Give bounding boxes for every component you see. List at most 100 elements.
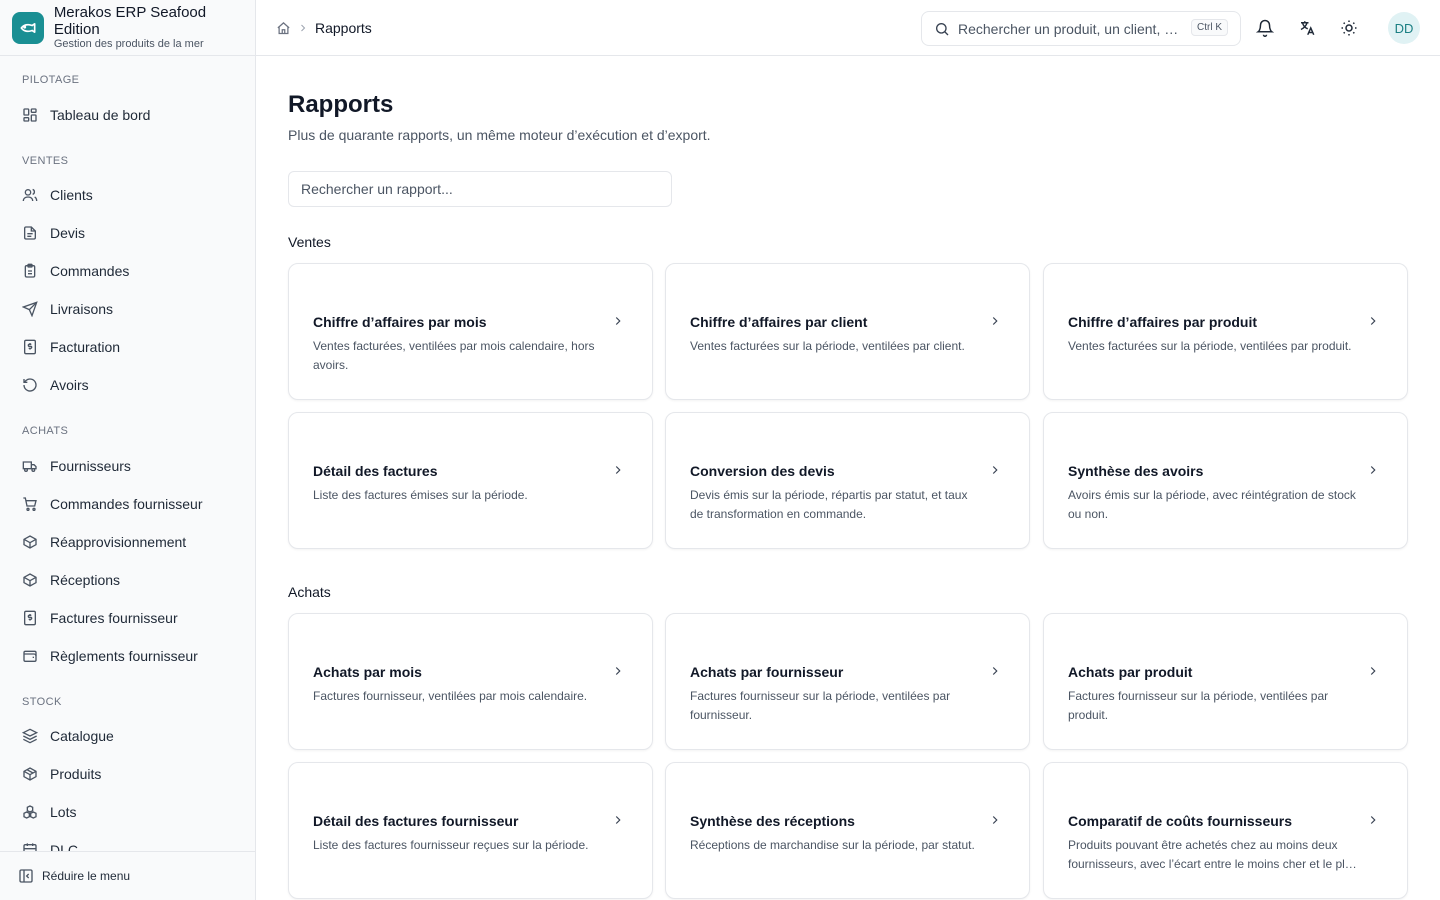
bell-icon[interactable]	[1253, 16, 1277, 40]
sidebar-item-label: Lots	[50, 804, 77, 820]
sidebar-item-label: Facturation	[50, 339, 121, 355]
chevron-right-icon	[1365, 812, 1381, 828]
sidebar-item-commandes[interactable]: Commandes	[0, 255, 255, 287]
sidebar-item-label: Catalogue	[50, 728, 114, 744]
search-icon	[934, 21, 950, 37]
package-check-icon	[22, 572, 38, 588]
collapse-menu-button[interactable]: Réduire le menu	[0, 851, 255, 900]
sidebar-item-produits[interactable]: Produits	[0, 758, 255, 790]
fish-logo-icon	[12, 11, 44, 44]
file-icon	[22, 225, 38, 241]
sidebar-item-label: Factures fournisseur	[50, 610, 178, 626]
sun-icon[interactable]	[1337, 16, 1361, 40]
sidebar: Merakos ERP Seafood Edition Gestion des …	[0, 0, 256, 900]
sidebar-item-label: Tableau de bord	[50, 107, 151, 123]
report-card-description: Avoirs émis sur la période, avec réintég…	[1068, 488, 1356, 521]
report-card-title: Chiffre d’affaires par client	[690, 314, 868, 330]
report-card[interactable]: Achats par mois Factures fournisseur, ve…	[288, 613, 653, 750]
translate-icon[interactable]	[1295, 16, 1319, 40]
page-subtitle: Plus de quarante rapports, un même moteu…	[288, 127, 711, 143]
report-card-description: Ventes facturées, ventilées par mois cal…	[313, 339, 595, 372]
report-card[interactable]: Chiffre d’affaires par mois Ventes factu…	[288, 263, 653, 400]
sidebar-item-avoirs[interactable]: Avoirs	[0, 369, 255, 401]
sidebar-item-commandes-fournisseur[interactable]: Commandes fournisseur	[0, 488, 255, 520]
box-icon	[22, 766, 38, 782]
report-card[interactable]: Comparatif de coûts fournisseurs Produit…	[1043, 762, 1408, 899]
layers-icon	[22, 728, 38, 744]
report-card-title: Achats par fournisseur	[690, 664, 844, 680]
report-card[interactable]: Conversion des devis Devis émis sur la p…	[665, 412, 1030, 549]
sidebar-item-facturation[interactable]: Facturation	[0, 331, 255, 363]
report-card[interactable]: Synthèse des réceptions Réceptions de ma…	[665, 762, 1030, 899]
sidebar-item-reglements-fournisseur[interactable]: Règlements fournisseur	[0, 640, 255, 672]
sidebar-item-label: Livraisons	[50, 301, 114, 317]
global-search-input[interactable]: Rechercher un produit, un client, une co…	[958, 21, 1182, 37]
sidebar-item-label: Fournisseurs	[50, 458, 131, 474]
report-card-description: Liste des factures émises sur la période…	[313, 488, 528, 502]
package-refresh-icon	[22, 534, 38, 550]
global-search[interactable]: Rechercher un produit, un client, une co…	[921, 11, 1241, 46]
brand-subtitle: Gestion des produits de la mer	[53, 38, 204, 50]
sidebar-item-factures-fournisseur[interactable]: Factures fournisseur	[0, 602, 255, 634]
report-card-title: Achats par mois	[313, 664, 422, 680]
sidebar-item-label: Règlements fournisseur	[50, 648, 198, 664]
sidebar-item-label: Réapprovisionnement	[50, 534, 187, 550]
chevron-right-icon	[610, 462, 626, 478]
report-card[interactable]: Chiffre d’affaires par produit Ventes fa…	[1043, 263, 1408, 400]
sidebar-nav: PILOTAGE Tableau de bord VENTES Clients …	[0, 56, 255, 851]
nav-section-pilotage: PILOTAGE	[22, 74, 80, 86]
sidebar-item-dlc[interactable]: DLC	[0, 834, 255, 851]
report-card[interactable]: Achats par fournisseur Factures fourniss…	[665, 613, 1030, 750]
panel-collapse-icon	[18, 868, 34, 884]
report-card-description: Factures fournisseur sur la période, ven…	[690, 689, 951, 722]
home-icon[interactable]	[276, 21, 291, 36]
sidebar-item-receptions[interactable]: Réceptions	[0, 564, 255, 596]
page-title: Rapports	[288, 91, 394, 118]
sidebar-item-clients[interactable]: Clients	[0, 179, 255, 211]
sidebar-item-reapprovisionnement[interactable]: Réapprovisionnement	[0, 526, 255, 558]
chevron-right-icon	[1365, 313, 1381, 329]
report-card-title: Détail des factures fournisseur	[313, 813, 519, 829]
nav-section-ventes: VENTES	[22, 155, 69, 167]
section-title-ventes: Ventes	[288, 234, 331, 250]
avatar[interactable]: DD	[1388, 12, 1420, 44]
breadcrumb: Rapports	[276, 0, 372, 56]
undo-icon	[22, 377, 38, 393]
report-card-title: Chiffre d’affaires par mois	[313, 314, 487, 330]
report-card[interactable]: Synthèse des avoirs Avoirs émis sur la p…	[1043, 412, 1408, 549]
send-icon	[22, 301, 38, 317]
sidebar-item-catalogue[interactable]: Catalogue	[0, 720, 255, 752]
report-card-description: Ventes facturées sur la période, ventilé…	[1068, 339, 1352, 353]
sidebar-item-label: Clients	[50, 187, 93, 203]
wallet-icon	[22, 648, 38, 664]
report-card-description: Factures fournisseur sur la période, ven…	[1068, 689, 1329, 722]
chevron-right-icon	[1365, 663, 1381, 679]
clipboard-icon	[22, 263, 38, 279]
search-shortcut-badge: Ctrl K	[1191, 19, 1228, 36]
topbar: Rapports Rechercher un produit, un clien…	[256, 0, 1440, 56]
chevron-right-icon	[987, 462, 1003, 478]
nav-section-stock: STOCK	[22, 696, 62, 708]
breadcrumb-current: Rapports	[315, 20, 372, 36]
brand-title: Merakos ERP Seafood Edition	[53, 4, 207, 38]
sidebar-item-livraisons[interactable]: Livraisons	[0, 293, 255, 325]
report-card-description: Liste des factures fournisseur reçues su…	[313, 838, 589, 852]
report-card[interactable]: Chiffre d’affaires par client Ventes fac…	[665, 263, 1030, 400]
report-card[interactable]: Détail des factures fournisseur Liste de…	[288, 762, 653, 899]
brand[interactable]: Merakos ERP Seafood Edition Gestion des …	[0, 0, 255, 56]
sidebar-item-devis[interactable]: Devis	[0, 217, 255, 249]
cart-icon	[22, 496, 38, 512]
users-icon	[22, 187, 38, 203]
chevron-right-icon	[987, 313, 1003, 329]
sidebar-item-lots[interactable]: Lots	[0, 796, 255, 828]
sidebar-item-fournisseurs[interactable]: Fournisseurs	[0, 450, 255, 482]
report-card[interactable]: Détail des factures Liste des factures é…	[288, 412, 653, 549]
sidebar-item-tableau-de-bord[interactable]: Tableau de bord	[0, 99, 255, 131]
report-card-description: Devis émis sur la période, répartis par …	[690, 488, 968, 521]
report-card-title: Comparatif de coûts fournisseurs	[1068, 813, 1293, 829]
report-card-title: Chiffre d’affaires par produit	[1068, 314, 1258, 330]
report-card[interactable]: Achats par produit Factures fournisseur …	[1043, 613, 1408, 750]
sidebar-item-label: DLC	[50, 842, 79, 851]
invoice-icon	[22, 339, 38, 355]
report-search-input[interactable]	[288, 171, 672, 207]
